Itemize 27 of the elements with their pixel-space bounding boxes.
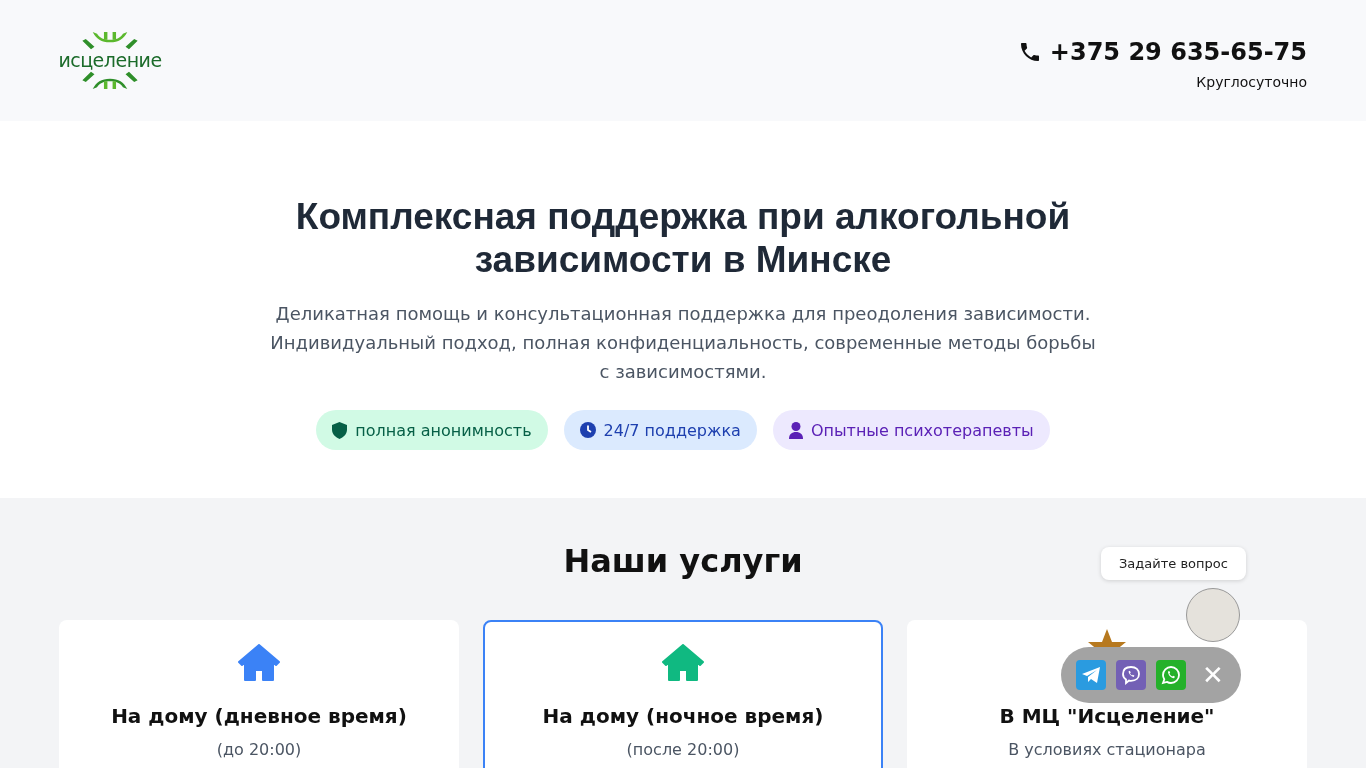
working-hours: Круглосуточно <box>1196 73 1307 90</box>
logo-text[interactable]: исцеление <box>58 51 162 70</box>
service-card[interactable]: На дому (дневное время) (до 20:00) <box>59 620 459 768</box>
badge-label: Опытные психотерапевты <box>810 420 1034 440</box>
clock-icon <box>579 422 596 438</box>
hero-subtitle: Деликатная помощь и консультационная поддержка для преодоления зависимости. Индивидуальный подход, полная конфиденциальность, современные методы борьбы с зависимостями. <box>269 302 1097 384</box>
section-title: Наши услуги <box>563 542 803 580</box>
shield-icon <box>332 421 348 439</box>
hero-title: Комплексная поддержка при алкогольной зависимости в Минске <box>294 195 1072 281</box>
whatsapp-button[interactable] <box>1156 660 1186 690</box>
service-title: В МЦ "Исцеление" <box>999 704 1215 728</box>
viber-button[interactable] <box>1116 660 1146 690</box>
service-note: (после 20:00) <box>626 740 740 759</box>
badge-label: 24/7 поддержка <box>603 420 741 440</box>
service-card[interactable]: На дому (ночное время) (после 20:00) <box>483 620 883 768</box>
badge-label: полная анонимность <box>355 420 532 440</box>
telegram-button[interactable] <box>1076 660 1106 690</box>
phone-bubble-icon <box>1160 664 1182 686</box>
service-note: (до 20:00) <box>216 740 302 759</box>
service-note: В условиях стационара <box>1008 740 1206 759</box>
phone-bubble-icon <box>1121 665 1141 685</box>
phone-number[interactable]: +375 29 635-65-75 <box>1049 37 1307 66</box>
doctor-icon <box>788 421 803 439</box>
paper-plane-icon <box>1081 666 1101 684</box>
service-title: На дому (ночное время) <box>542 704 824 728</box>
service-title: На дому (дневное время) <box>111 704 407 728</box>
chat-prompt[interactable]: Задайте вопрос <box>1101 547 1246 580</box>
